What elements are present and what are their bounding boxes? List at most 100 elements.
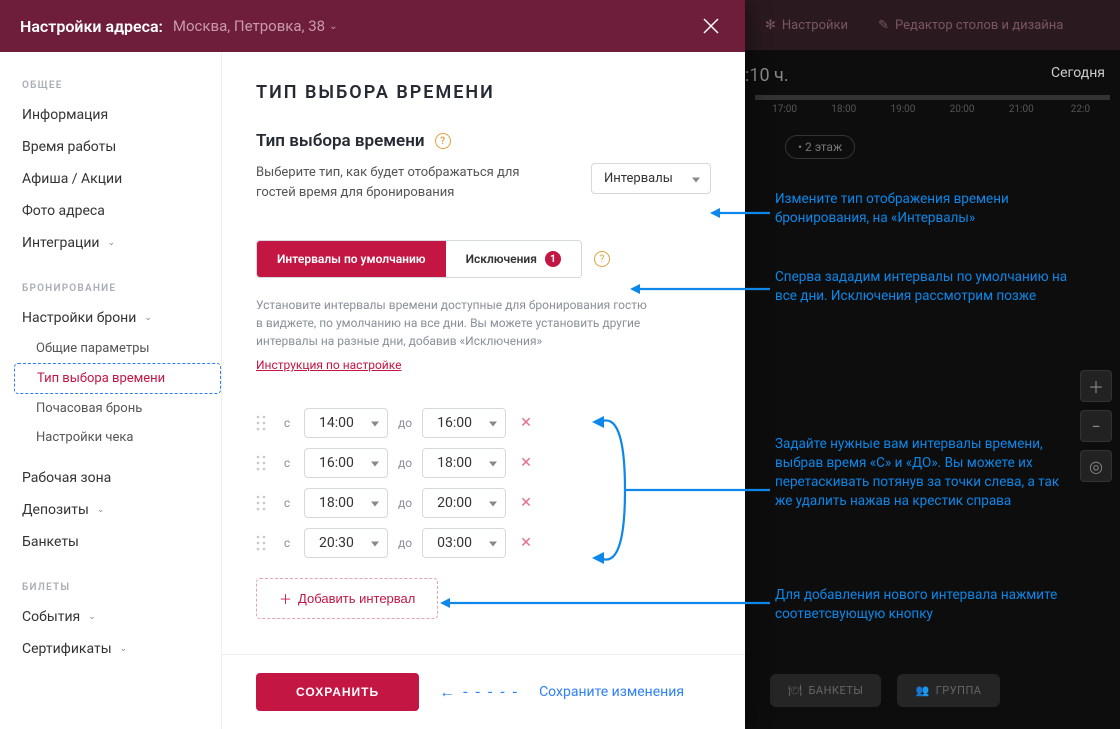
bg-bottom-buttons: 🍽БАНКЕТЫ 👥ГРУППА [770,674,1000,707]
bg-zoom-controls: ＋ − ◎ [1080,370,1112,482]
bg-time: :10 ч. [745,65,809,86]
exceptions-count-badge: 1 [545,251,561,267]
remove-interval-button[interactable]: ✕ [516,535,536,551]
tab-default-intervals[interactable]: Интервалы по умолчанию [257,241,446,277]
bg-timeline: :10 ч. [745,55,1120,75]
side-sub-timetype[interactable]: Тип выбора времени [14,363,221,394]
drag-handle-icon[interactable] [256,495,270,511]
side-item-booking-settings[interactable]: Настройки брони⌄ [0,302,221,334]
zoom-out-icon: − [1080,410,1112,442]
side-subitems: Общие параметры Тип выбора времени Почас… [0,334,221,452]
bg-floor-pill: • 2 этаж [785,135,855,159]
side-group-booking: БРОНИРОВАНИЕ [0,275,221,302]
save-button[interactable]: СОХРАНИТЬ [256,673,419,711]
interval-row: с 14:00 до 16:00 ✕ [256,408,711,438]
bg-topbar: ✻ Настройки ✎ Редактор столов и дизайна [745,0,1120,50]
segmented-control: Интервалы по умолчанию Исключения 1 [256,240,582,278]
to-time-select[interactable]: 03:00 [422,528,506,558]
from-label: с [280,416,294,430]
remove-interval-button[interactable]: ✕ [516,455,536,471]
side-sub-general[interactable]: Общие параметры [14,334,221,363]
to-label: до [398,456,412,470]
page-title: ТИП ВЫБОРА ВРЕМЕНИ [256,82,711,103]
drag-handle-icon[interactable] [256,455,270,471]
zoom-in-icon: ＋ [1080,370,1112,402]
side-item-workzone[interactable]: Рабочая зона [0,462,221,494]
modal-header: Настройки адреса: Москва, Петровка, 38 ⌄ [0,0,745,52]
tab-exceptions[interactable]: Исключения 1 [446,241,581,277]
side-item-deposits[interactable]: Депозиты⌄ [0,494,221,526]
side-item-banquets[interactable]: Банкеты [0,526,221,558]
side-item-events[interactable]: События⌄ [0,601,221,633]
to-label: до [398,496,412,510]
type-description: Выберите тип, как будет отображаться для… [256,163,561,202]
drag-handle-icon[interactable] [256,415,270,431]
section-title: Тип выбора времени ? [256,131,711,151]
bg-editor-label: Редактор столов и дизайна [895,18,1063,33]
bg-tick: 17:00 [755,95,814,115]
time-type-select[interactable]: Интервалы [591,163,711,194]
side-group-tickets: БИЛЕТЫ [0,574,221,601]
side-item-certs[interactable]: Сертификаты⌄ [0,633,221,665]
remove-interval-button[interactable]: ✕ [516,495,536,511]
to-time-select[interactable]: 18:00 [422,448,506,478]
address-dropdown[interactable]: Москва, Петровка, 38 ⌄ [173,17,338,35]
modal-title: Настройки адреса: [20,17,163,36]
bg-tick: 22:0 [1051,95,1110,115]
side-item-integrations[interactable]: Интеграции⌄ [0,227,221,259]
add-interval-button[interactable]: ＋ Добавить интервал [256,578,438,619]
locate-icon: ◎ [1080,450,1112,482]
close-icon [702,17,720,35]
side-group-general: ОБЩЕЕ [0,72,221,99]
banquet-icon: 🍽 [788,684,802,697]
bg-banquets-btn: 🍽БАНКЕТЫ [770,674,881,707]
interval-row: с 18:00 до 20:00 ✕ [256,488,711,518]
side-item-photo[interactable]: Фото адреса [0,195,221,227]
help-icon[interactable]: ? [594,251,610,267]
bg-tick: 19:00 [873,95,932,115]
group-icon: 👥 [915,684,929,697]
interval-row: с 16:00 до 18:00 ✕ [256,448,711,478]
help-icon[interactable]: ? [435,133,451,149]
bg-tick: 18:00 [814,95,873,115]
modal-footer: СОХРАНИТЬ ← - - - - - Сохраните изменени… [222,654,745,729]
side-sub-hourly[interactable]: Почасовая бронь [14,394,221,423]
settings-modal: Настройки адреса: Москва, Петровка, 38 ⌄… [0,0,745,729]
chevron-down-icon: ⌄ [108,238,116,248]
close-button[interactable] [697,12,725,40]
to-time-select[interactable]: 16:00 [422,408,506,438]
from-time-select[interactable]: 14:00 [304,408,388,438]
bg-group-btn: 👥ГРУППА [897,674,999,707]
type-row: Выберите тип, как будет отображаться для… [256,163,711,212]
remove-interval-button[interactable]: ✕ [516,415,536,431]
from-time-select[interactable]: 18:00 [304,488,388,518]
from-time-select[interactable]: 20:30 [304,528,388,558]
from-time-select[interactable]: 16:00 [304,448,388,478]
side-item-promo[interactable]: Афиша / Акции [0,163,221,195]
chevron-down-icon: ⌄ [97,505,105,515]
modal-body: ОБЩЕЕ Информация Время работы Афиша / Ак… [0,52,745,729]
plus-icon: ＋ [279,589,292,608]
bg-ticks: 17:00 18:00 19:00 20:00 21:00 22:0 [755,95,1110,115]
chevron-down-icon: ⌄ [144,313,152,323]
intervals-list: с 14:00 до 16:00 ✕ с 16:00 до 18:00 ✕ с [256,408,711,558]
interval-row: с 20:30 до 03:00 ✕ [256,528,711,558]
bg-tick: 21:00 [992,95,1051,115]
bg-settings-label: Настройки [782,18,848,33]
chevron-down-icon: ⌄ [88,612,96,622]
intervals-hint: Установите интервалы времени доступные д… [256,296,656,350]
chevron-down-icon: ⌄ [120,644,128,654]
side-sub-receipt[interactable]: Настройки чека [14,423,221,452]
bg-editor-link: ✎ Редактор столов и дизайна [878,18,1063,33]
to-time-select[interactable]: 20:00 [422,488,506,518]
side-item-info[interactable]: Информация [0,99,221,131]
tabs-row: Интервалы по умолчанию Исключения 1 ? [256,240,711,278]
instructions-link[interactable]: Инструкция по настройке [256,358,401,372]
gear-icon: ✻ [765,18,776,33]
side-item-hours[interactable]: Время работы [0,131,221,163]
bg-settings-link: ✻ Настройки [765,18,848,33]
save-hint-arrow: ← - - - - - [439,682,519,702]
drag-handle-icon[interactable] [256,535,270,551]
address-text: Москва, Петровка, 38 [173,17,325,35]
bg-tick: 20:00 [933,95,992,115]
